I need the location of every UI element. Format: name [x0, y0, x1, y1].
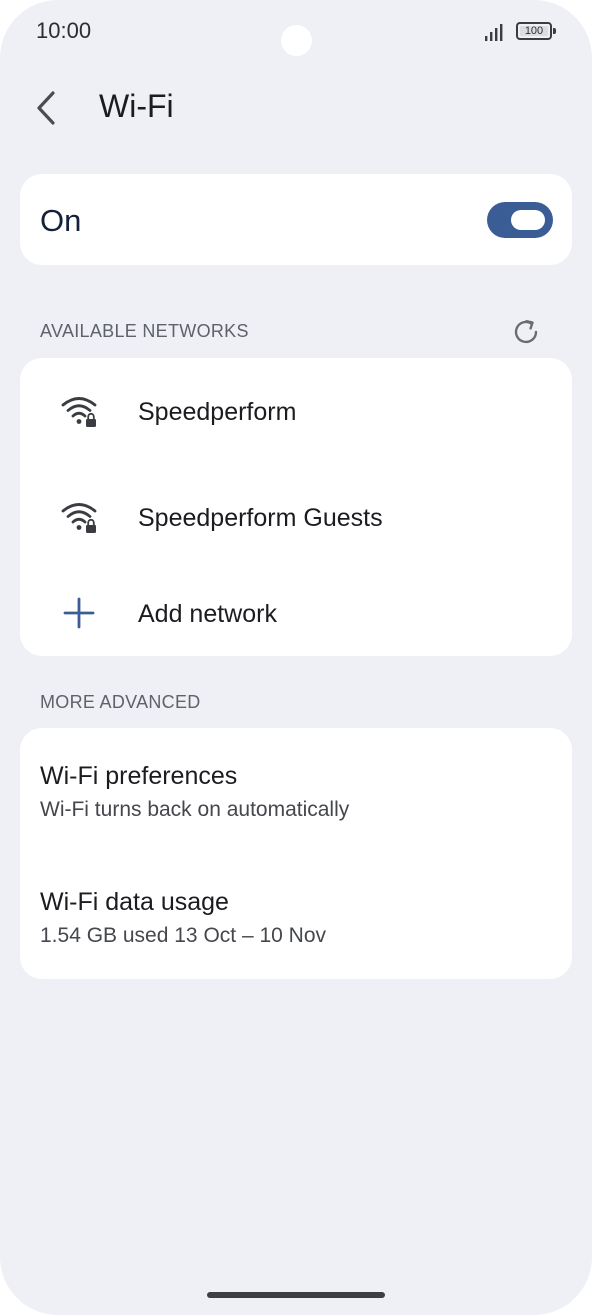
- refresh-button[interactable]: [508, 314, 544, 350]
- network-name: Speedperform Guests: [138, 504, 383, 532]
- network-name: Speedperform: [138, 398, 297, 426]
- wifi-data-usage-subtitle: 1.54 GB used 13 Oct – 10 Nov: [40, 924, 327, 947]
- toggle-thumb: [511, 210, 545, 230]
- status-time: 10:00: [36, 18, 92, 43]
- wifi-locked-icon: [61, 397, 97, 427]
- plus-icon: [63, 597, 95, 629]
- network-item-speedperform-guests[interactable]: Speedperform Guests: [20, 477, 572, 557]
- back-button[interactable]: [24, 86, 68, 130]
- back-arrow-icon: [37, 91, 55, 125]
- wifi-preferences-subtitle: Wi-Fi turns back on automatically: [40, 798, 350, 821]
- page-title: Wi-Fi: [99, 88, 174, 124]
- wifi-preferences-title: Wi-Fi preferences: [40, 762, 238, 790]
- wifi-data-usage-item[interactable]: Wi-Fi data usage 1.54 GB used 13 Oct – 1…: [20, 868, 572, 978]
- phone-screen: 10:00 100 Wi-Fi On AVAILABLE NETWORKS Sp…: [0, 0, 592, 1315]
- battery-level: 100: [524, 25, 544, 37]
- add-network-button[interactable]: Add network: [20, 573, 572, 653]
- wifi-toggle[interactable]: [487, 202, 553, 238]
- wifi-data-usage-title: Wi-Fi data usage: [40, 888, 229, 916]
- home-indicator[interactable]: [207, 1292, 385, 1298]
- signal-icon: [485, 24, 503, 41]
- battery-icon: 100: [516, 22, 556, 40]
- available-networks-list: Speedperform Speedperform Guests Add net…: [20, 358, 572, 656]
- available-networks-header: AVAILABLE NETWORKS: [40, 321, 249, 341]
- more-advanced-header: MORE ADVANCED: [40, 692, 201, 712]
- refresh-icon: [514, 319, 538, 344]
- network-item-speedperform[interactable]: Speedperform: [20, 371, 572, 451]
- wifi-locked-icon: [61, 503, 97, 533]
- wifi-master-label: On: [40, 203, 82, 238]
- wifi-preferences-item[interactable]: Wi-Fi preferences Wi-Fi turns back on au…: [20, 742, 572, 852]
- wifi-master-switch-row[interactable]: On: [20, 174, 572, 265]
- add-network-label: Add network: [138, 600, 277, 628]
- camera-cutout: [281, 25, 312, 56]
- more-advanced-list: Wi-Fi preferences Wi-Fi turns back on au…: [20, 728, 572, 979]
